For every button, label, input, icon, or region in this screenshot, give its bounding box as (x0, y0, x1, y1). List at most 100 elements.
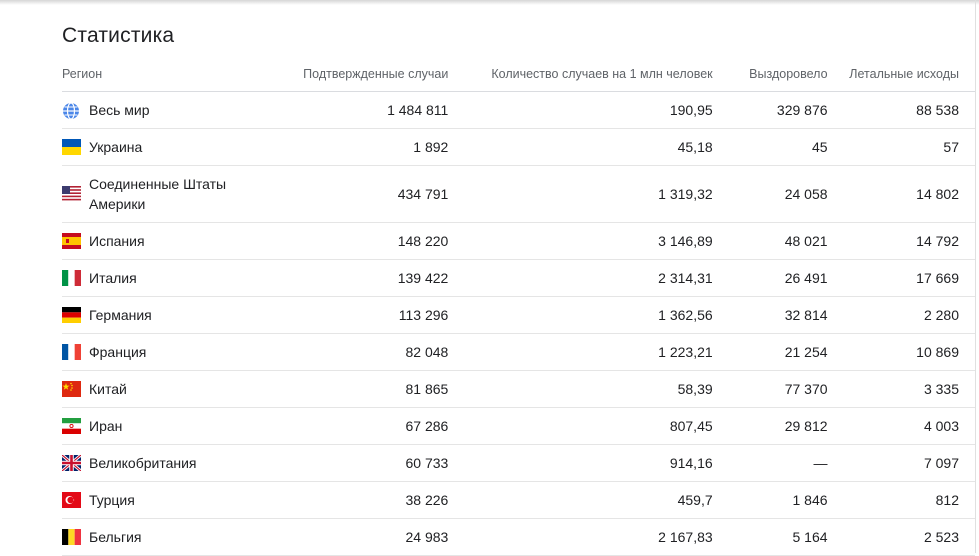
region-wrap: Соединенные Штаты Америки (62, 174, 265, 214)
statistics-card: Статистика Регион Подтвержденные случаи … (0, 0, 979, 556)
table-row[interactable]: Бельгия 24 983 2 167,83 5 164 2 523 (62, 518, 975, 556)
region-cell: Иран (62, 407, 266, 445)
table-row[interactable]: Великобритания 60 733 914,16—7 097 (62, 444, 975, 482)
confirmed-cell: 60 733 (265, 444, 449, 482)
deaths-cell: 14 792 (827, 222, 975, 260)
per-million-cell: 58,39 (448, 370, 713, 408)
column-header-deaths[interactable]: Летальные исходы (827, 56, 975, 92)
region-cell: Франция (62, 333, 266, 371)
confirmed-cell: 81 865 (265, 370, 449, 408)
region-name: Франция (89, 344, 147, 360)
region-wrap: Германия (62, 305, 265, 325)
table-row[interactable]: Германия 113 296 1 362,56 32 814 2 280 (62, 296, 975, 334)
region-name: Бельгия (89, 529, 142, 545)
globe-icon (62, 102, 81, 120)
region-cell: Весь мир (62, 91, 266, 129)
usa-flag-icon (62, 186, 81, 202)
recovered-cell: 1 846 (712, 481, 828, 519)
region-wrap: Франция (62, 342, 265, 362)
recovered-cell: — (712, 444, 828, 482)
region-cell: Соединенные Штаты Америки (62, 165, 266, 223)
table-row[interactable]: Франция 82 048 1 223,21 21 254 10 869 (62, 333, 975, 371)
spain-flag-icon (62, 233, 81, 249)
per-million-cell: 2 167,83 (448, 518, 713, 556)
recovered-cell: 26 491 (712, 259, 828, 297)
confirmed-cell: 1 892 (265, 128, 449, 166)
table-row[interactable]: Китай 81 865 58,39 77 370 3 335 (62, 370, 975, 408)
per-million-cell: 459,7 (448, 481, 713, 519)
region-name: Турция (89, 492, 135, 508)
region-name: Испания (89, 233, 145, 249)
table-row[interactable]: Украина 1 892 45,18 45 57 (62, 128, 975, 166)
region-name: Соединенные Штаты Америки (89, 176, 227, 212)
recovered-cell: 45 (712, 128, 828, 166)
statistics-table: Регион Подтвержденные случаи Количество … (62, 56, 975, 556)
confirmed-cell: 82 048 (265, 333, 449, 371)
per-million-cell: 190,95 (448, 91, 713, 129)
table-row[interactable]: Иран 67 286 807,45 29 812 4 003 (62, 407, 975, 445)
table-header-row: Регион Подтвержденные случаи Количество … (62, 56, 975, 92)
turkey-flag-icon (62, 492, 81, 508)
deaths-cell: 2 280 (827, 296, 975, 334)
recovered-cell: 29 812 (712, 407, 828, 445)
region-cell: Италия (62, 259, 266, 297)
region-name: Украина (89, 139, 143, 155)
italy-flag-icon (62, 270, 81, 286)
deaths-cell: 2 523 (827, 518, 975, 556)
region-name: Италия (89, 270, 137, 286)
region-name: Иран (89, 418, 123, 434)
region-wrap: Украина (62, 137, 265, 157)
region-wrap: Бельгия (62, 527, 265, 547)
region-name: Китай (89, 381, 127, 397)
deaths-cell: 14 802 (827, 165, 975, 223)
deaths-cell: 4 003 (827, 407, 975, 445)
column-header-recovered[interactable]: Выздоровело (712, 56, 828, 92)
iran-flag-icon (62, 418, 81, 434)
column-header-confirmed[interactable]: Подтвержденные случаи (265, 56, 449, 92)
table-row[interactable]: Турция 38 226 459,7 1 846 812 (62, 481, 975, 519)
confirmed-cell: 38 226 (265, 481, 449, 519)
recovered-cell: 32 814 (712, 296, 828, 334)
region-wrap: Весь мир (62, 100, 265, 120)
per-million-cell: 1 223,21 (448, 333, 713, 371)
confirmed-cell: 1 484 811 (265, 91, 449, 129)
per-million-cell: 1 319,32 (448, 165, 713, 223)
per-million-cell: 807,45 (448, 407, 713, 445)
region-wrap: Турция (62, 490, 265, 510)
table-row[interactable]: Весь мир 1 484 811 190,95 329 876 88 538 (62, 91, 975, 129)
recovered-cell: 21 254 (712, 333, 828, 371)
confirmed-cell: 148 220 (265, 222, 449, 260)
deaths-cell: 3 335 (827, 370, 975, 408)
region-name: Великобритания (89, 455, 197, 471)
confirmed-cell: 67 286 (265, 407, 449, 445)
confirmed-cell: 139 422 (265, 259, 449, 297)
page-title: Статистика (62, 24, 175, 47)
region-cell: Испания (62, 222, 266, 260)
per-million-cell: 45,18 (448, 128, 713, 166)
per-million-cell: 3 146,89 (448, 222, 713, 260)
region-cell: Китай (62, 370, 266, 408)
confirmed-cell: 113 296 (265, 296, 449, 334)
card-right-border (975, 0, 976, 553)
per-million-cell: 1 362,56 (448, 296, 713, 334)
deaths-cell: 57 (827, 128, 975, 166)
region-cell: Украина (62, 128, 266, 166)
region-wrap: Италия (62, 268, 265, 288)
column-header-region[interactable]: Регион (62, 56, 266, 92)
china-flag-icon (62, 381, 81, 397)
recovered-cell: 77 370 (712, 370, 828, 408)
region-cell: Турция (62, 481, 266, 519)
uk-flag-icon (62, 455, 81, 471)
region-wrap: Китай (62, 379, 265, 399)
region-name: Германия (89, 307, 152, 323)
table-row[interactable]: Испания 148 220 3 146,89 48 021 14 792 (62, 222, 975, 260)
france-flag-icon (62, 344, 81, 360)
column-header-per-million[interactable]: Количество случаев на 1 млн человек (448, 56, 713, 92)
table-row[interactable]: Италия 139 422 2 314,31 26 491 17 669 (62, 259, 975, 297)
recovered-cell: 329 876 (712, 91, 828, 129)
confirmed-cell: 434 791 (265, 165, 449, 223)
table-row[interactable]: Соединенные Штаты Америки 434 791 1 319,32… (62, 165, 975, 223)
region-wrap: Иран (62, 416, 265, 436)
deaths-cell: 88 538 (827, 91, 975, 129)
deaths-cell: 10 869 (827, 333, 975, 371)
